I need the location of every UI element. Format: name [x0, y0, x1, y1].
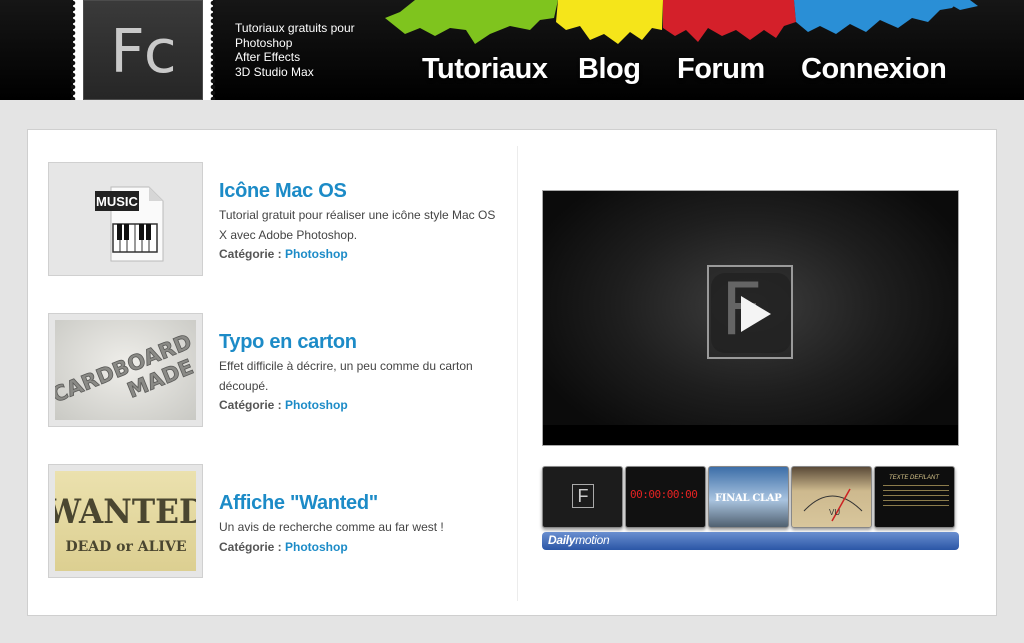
logo-box: Fc [83, 0, 203, 100]
article-title[interactable]: Affiche "Wanted" [219, 492, 378, 515]
scroll-text-title: TEXTE DEFILANT [889, 475, 940, 481]
article-thumbnail[interactable]: CARDBOARD MADE [48, 313, 203, 427]
dailymotion-bar[interactable]: Dailymotion [542, 532, 959, 550]
playlist-thumb[interactable]: TEXTE DEFILANT [874, 466, 955, 528]
category-label: Catégorie : [219, 398, 286, 412]
content-panel: MUSIC Icône Mac OS Tutorial gratuit pour… [27, 129, 997, 616]
timecode-text: 00:00:00:00 [630, 488, 698, 501]
splash-green [385, 0, 558, 44]
article-title[interactable]: Icône Mac OS [219, 180, 347, 203]
music-icon: MUSIC [55, 169, 196, 269]
scroll-text-lines [883, 485, 949, 486]
article-description: Un avis de recherche comme au far west ! [219, 520, 444, 534]
category-link[interactable]: Photoshop [285, 247, 348, 261]
nav-forum[interactable]: Forum [677, 53, 765, 86]
article-description: Tutorial gratuit pour réaliser une icône… [219, 208, 496, 242]
video-logo: F [707, 265, 793, 359]
article-thumbnail[interactable]: WANTED DEAD or ALIVE [48, 464, 203, 578]
color-splash-banner [385, 0, 978, 44]
tagline-line: Photoshop [235, 35, 293, 50]
playlist-thumb[interactable]: VU [791, 466, 872, 528]
video-playlist: F 00:00:00:00 FINAL CLAP VU TEXTE DEFILA… [542, 466, 959, 552]
vu-label: VU [829, 508, 840, 517]
article-title[interactable]: Typo en carton [219, 331, 357, 354]
article-category: Catégorie : Photoshop [219, 247, 348, 261]
category-link[interactable]: Photoshop [285, 398, 348, 412]
nav-blog[interactable]: Blog [578, 53, 641, 86]
nav-connexion[interactable]: Connexion [801, 53, 947, 86]
nav-tutoriaux[interactable]: Tutoriaux [422, 53, 548, 86]
brand-part1: Daily [548, 533, 576, 547]
tagline-line: After Effects [235, 50, 301, 64]
site-header: Fc Tutoriaux gratuits pour Photoshop Aft… [0, 0, 1024, 100]
splash-yellow [556, 0, 663, 44]
article-item: CARDBOARD MADE Typo en carton Effet diff… [48, 313, 508, 429]
category-label: Catégorie : [219, 540, 286, 554]
article-category: Catégorie : Photoshop [219, 540, 348, 554]
play-icon[interactable] [711, 273, 791, 353]
cardboard-image: CARDBOARD MADE [55, 320, 196, 420]
article-description: Effet difficile à décrire, un peu comme … [219, 359, 473, 393]
music-label: MUSIC [96, 194, 139, 209]
category-link[interactable]: Photoshop [285, 540, 348, 554]
brand-part2: motion [575, 533, 610, 547]
category-label: Catégorie : [219, 247, 286, 261]
wanted-poster-image: WANTED DEAD or ALIVE [55, 471, 196, 571]
tagline-line: Tutoriaux gratuits pour [235, 21, 355, 35]
video-control-bar [543, 425, 958, 445]
site-logo[interactable]: Fc [70, 0, 216, 100]
thumb-logo: F [572, 484, 594, 508]
wanted-word: WANTED [55, 491, 196, 532]
article-category: Catégorie : Photoshop [219, 398, 348, 412]
playlist-thumb[interactable]: F [542, 466, 623, 528]
dead-or-alive-word: DEAD or ALIVE [65, 539, 186, 555]
video-player[interactable]: F [542, 190, 959, 446]
article-item: MUSIC Icône Mac OS Tutorial gratuit pour… [48, 162, 508, 278]
column-divider [517, 146, 518, 601]
article-item: WANTED DEAD or ALIVE Affiche "Wanted" Un… [48, 464, 508, 580]
logo-text: Fc [110, 17, 177, 87]
dailymotion-logo: Dailymotion [548, 533, 610, 547]
tagline-line: 3D Studio Max [235, 64, 314, 79]
final-clap-text: FINAL CLAP [715, 493, 782, 504]
playlist-thumb[interactable]: FINAL CLAP [708, 466, 789, 528]
playlist-thumb[interactable]: 00:00:00:00 [625, 466, 706, 528]
site-tagline: Tutoriaux gratuits pour Photoshop After … [235, 21, 355, 79]
splash-blue [794, 0, 960, 34]
article-thumbnail[interactable]: MUSIC [48, 162, 203, 276]
splash-red [663, 0, 796, 42]
